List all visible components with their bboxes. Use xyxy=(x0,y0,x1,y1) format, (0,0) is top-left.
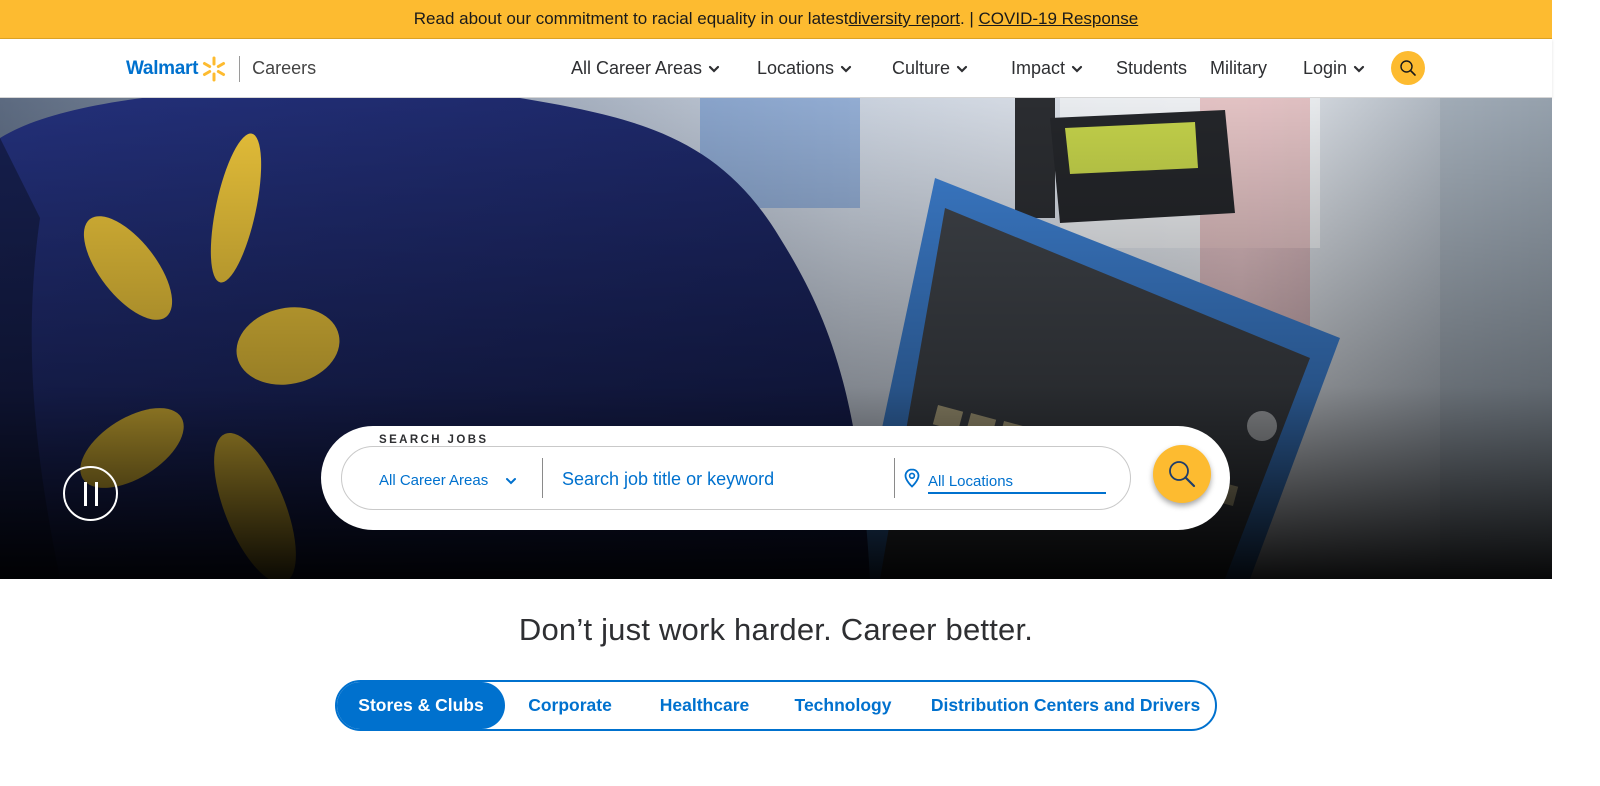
brand-name: Walmart xyxy=(126,57,199,79)
chevron-down-icon xyxy=(506,477,516,484)
announcement-bar: Read about our commitment to racial equa… xyxy=(0,0,1552,39)
site-header: Walmart Careers All Career Areas Locatio… xyxy=(0,39,1552,98)
nav-students[interactable]: Students xyxy=(1116,58,1187,79)
spark-logo-icon xyxy=(203,56,226,81)
tab-corporate[interactable]: Corporate xyxy=(505,682,635,729)
nav-military[interactable]: Military xyxy=(1210,58,1267,79)
career-area-value: All Career Areas xyxy=(379,471,489,489)
chevron-down-icon xyxy=(840,65,852,73)
walmart-careers-logo[interactable]: Walmart Careers xyxy=(126,55,316,82)
job-search-submit-button[interactable] xyxy=(1153,445,1211,503)
location-pin-icon xyxy=(904,468,920,488)
tab-healthcare[interactable]: Healthcare xyxy=(642,682,767,729)
announcement-separator: . | xyxy=(959,9,979,28)
nav-label: Login xyxy=(1303,58,1348,78)
nav-label: Impact xyxy=(1011,58,1066,78)
header-search-button[interactable] xyxy=(1391,51,1425,85)
nav-locations[interactable]: Locations xyxy=(757,58,852,79)
chevron-down-icon xyxy=(1071,65,1083,73)
career-category-tabs: Stores & Clubs Corporate Healthcare Tech… xyxy=(335,680,1217,731)
tab-technology[interactable]: Technology xyxy=(778,682,908,729)
nav-culture[interactable]: Culture xyxy=(892,58,968,79)
nav-label: Students xyxy=(1116,58,1188,78)
tab-distribution-centers-drivers[interactable]: Distribution Centers and Drivers xyxy=(927,682,1204,729)
pause-icon xyxy=(83,481,87,506)
nav-label: All Career Areas xyxy=(571,58,703,78)
nav-login[interactable]: Login xyxy=(1303,58,1365,79)
field-divider xyxy=(542,458,543,498)
hero-banner: SEARCH JOBS All Career Areas xyxy=(0,98,1552,579)
nav-label: Military xyxy=(1210,58,1267,78)
tab-stores-clubs[interactable]: Stores & Clubs xyxy=(337,682,505,729)
search-jobs-legend: SEARCH JOBS xyxy=(371,434,497,446)
page-tagline: Don’t just work harder. Career better. xyxy=(518,612,1034,647)
announcement-text: Read about our commitment to racial equa… xyxy=(413,9,849,28)
brand-section: Careers xyxy=(252,58,317,78)
nav-impact[interactable]: Impact xyxy=(1011,58,1083,79)
nav-label: Locations xyxy=(757,58,835,78)
search-icon xyxy=(1169,461,1196,488)
location-input[interactable] xyxy=(928,468,1106,494)
chevron-down-icon xyxy=(956,65,968,73)
chevron-down-icon xyxy=(1353,65,1365,73)
field-divider xyxy=(894,458,895,498)
chevron-down-icon xyxy=(708,65,720,73)
career-area-select[interactable]: All Career Areas xyxy=(379,470,529,490)
search-icon xyxy=(1400,60,1416,76)
keyword-search-input[interactable] xyxy=(562,464,882,494)
nav-all-career-areas[interactable]: All Career Areas xyxy=(571,58,720,79)
covid-response-link[interactable]: COVID-19 Response xyxy=(979,9,1139,29)
diversity-report-link[interactable]: diversity report xyxy=(848,9,959,29)
nav-label: Culture xyxy=(892,58,951,78)
brand-divider xyxy=(239,55,241,82)
pause-video-button[interactable] xyxy=(63,466,118,521)
